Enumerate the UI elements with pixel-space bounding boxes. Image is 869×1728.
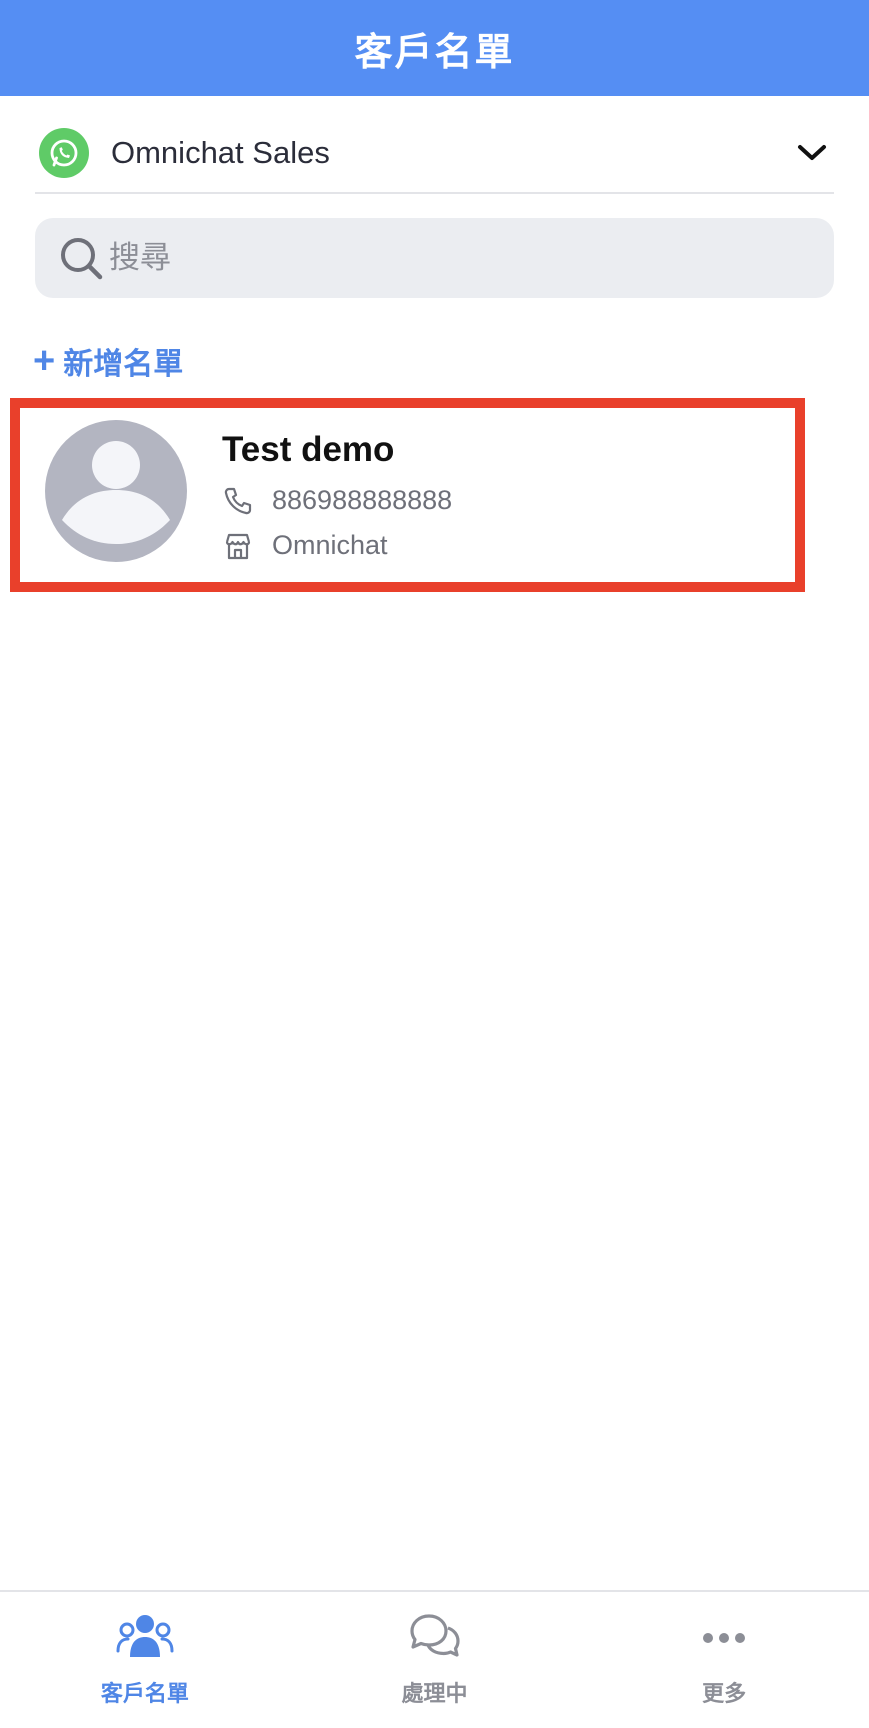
search-input[interactable] [109, 228, 834, 288]
search-bar[interactable] [35, 218, 834, 298]
chat-bubbles-icon [405, 1610, 465, 1666]
contact-info: Test demo 886988888888 Omnichat [222, 430, 452, 568]
add-list-button[interactable]: + 新增名單 [33, 340, 183, 382]
app-header: 客戶名單 [0, 0, 869, 96]
contact-phone-row: 886988888888 [222, 478, 452, 523]
add-list-label: 新增名單 [63, 348, 184, 381]
search-icon [57, 234, 105, 282]
tab-more[interactable]: 更多 [579, 1592, 869, 1728]
tab-label: 更多 [702, 1681, 747, 1706]
tab-customer-list[interactable]: 客戶名單 [0, 1592, 290, 1728]
tab-label: 處理中 [401, 1681, 468, 1706]
tab-label: 客戶名單 [100, 1681, 189, 1706]
channel-selector[interactable]: Omnichat Sales [35, 114, 834, 194]
plus-icon: + [33, 340, 56, 382]
store-icon [222, 530, 254, 562]
avatar [45, 420, 187, 562]
more-dots-icon [694, 1610, 754, 1666]
contact-store-row: Omnichat [222, 523, 452, 568]
tab-processing[interactable]: 處理中 [290, 1592, 580, 1728]
bottom-nav: 客戶名單 處理中 更多 [0, 1590, 869, 1728]
people-icon [115, 1610, 175, 1666]
channel-name: Omnichat Sales [111, 135, 330, 170]
chevron-down-icon[interactable] [792, 133, 832, 173]
contact-phone: 886988888888 [272, 485, 453, 515]
contact-card[interactable]: Test demo 886988888888 Omnichat [10, 398, 805, 592]
whatsapp-icon [39, 128, 89, 178]
contact-store: Omnichat [272, 530, 388, 560]
phone-icon [222, 485, 254, 517]
contact-name: Test demo [222, 430, 395, 469]
page-title: 客戶名單 [354, 31, 515, 74]
